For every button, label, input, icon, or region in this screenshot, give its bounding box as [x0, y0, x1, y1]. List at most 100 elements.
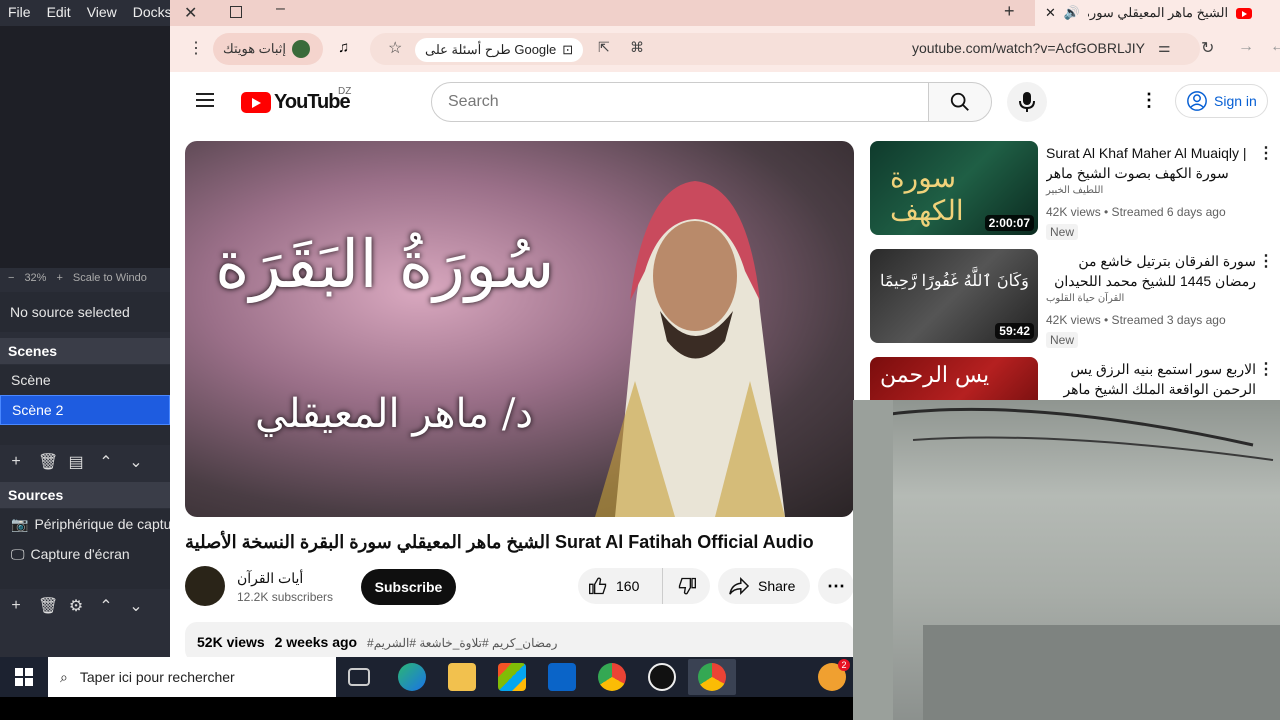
filter-icon[interactable]: ▤ — [68, 452, 84, 472]
url-text[interactable]: youtube.com/watch?v=AcfGOBRLJIY — [912, 40, 1145, 56]
tab-bar: ✕ – + ✕ 🔊 الشيخ ماهر المعيقلي سورة ال — [170, 0, 1280, 26]
avatar — [292, 40, 311, 58]
site-settings-icon[interactable]: ⚌ — [1158, 39, 1171, 56]
channel-avatar[interactable] — [185, 566, 225, 606]
bottom-black-strip — [0, 697, 853, 720]
trash-icon[interactable]: 🗑 — [38, 452, 58, 472]
recommendation-title[interactable]: Surat Al Khaf Maher Al Muaiqly | سورة ال… — [1046, 143, 1256, 183]
dislike-button[interactable] — [663, 576, 710, 596]
scenes-title: Scenes — [0, 338, 170, 364]
scene-item-selected[interactable]: Scène 2 — [0, 395, 170, 425]
more-options-icon[interactable]: ⋮ — [1258, 251, 1274, 271]
trash-icon[interactable]: 🗑 — [38, 596, 58, 616]
maximize-icon[interactable] — [230, 6, 242, 18]
duration-badge: 59:42 — [995, 323, 1034, 339]
description-box[interactable]: 52K views 2 weeks ago #رمضان_كريم #تلاوة… — [185, 622, 854, 657]
menu-file[interactable]: File — [8, 4, 31, 20]
thumbnail-calligraphy: يس الرحمن — [880, 363, 990, 388]
taskbar-search-input[interactable]: ⌕ Taper ici pour rechercher — [48, 657, 336, 697]
chevron-down-icon[interactable]: ⌄ — [128, 596, 144, 616]
country-code: DZ — [338, 86, 352, 97]
back-icon[interactable]: → — [1238, 38, 1254, 56]
calligraphy-name: د/ ماهر المعيقلي — [255, 391, 534, 437]
active-chrome-taskbar-button[interactable] — [688, 659, 736, 695]
share-button[interactable]: Share — [718, 568, 810, 604]
more-options-icon[interactable]: ⋮ — [1258, 359, 1270, 379]
taskbar-search-placeholder: Taper ici pour rechercher — [79, 669, 235, 685]
calligraphy-title: سُورَةُ البَقَرَة — [215, 226, 555, 303]
duration-badge: 2:00:07 — [984, 215, 1034, 231]
video-player[interactable]: سُورَةُ البَقَرَة د/ ماهر المعيقلي — [185, 141, 854, 517]
like-button[interactable]: 160 — [578, 568, 663, 604]
search-button[interactable] — [928, 82, 992, 122]
menu-docks[interactable]: Docks — [133, 4, 172, 20]
recommendation-item[interactable]: وَكَانَ ٱللَّهُ غَفُورًا رَّحِيمًا 59:42… — [870, 249, 1274, 348]
install-icon[interactable]: ⇱ — [598, 39, 610, 56]
zoom-in-button[interactable]: + — [56, 272, 62, 284]
recommendation-title[interactable]: الاربع سور استمع بنيه الرزق يس الرحمن ال… — [1046, 359, 1256, 399]
new-tab-icon[interactable]: + — [1004, 1, 1015, 22]
recommendation-item[interactable]: سورة الكهف 2:00:07 Surat Al Khaf Maher A… — [870, 141, 1274, 240]
recommendation-item[interactable]: يس الرحمن الاربع سور استمع بنيه الرزق يس… — [870, 357, 1270, 400]
recommendation-thumbnail[interactable]: سورة الكهف 2:00:07 — [870, 141, 1038, 235]
menu-dots-icon[interactable]: ⋮ — [188, 38, 204, 58]
star-icon[interactable]: ☆ — [388, 38, 402, 58]
reload-icon[interactable]: ↻ — [1201, 38, 1214, 58]
add-icon[interactable]: + — [8, 597, 24, 615]
search-input[interactable]: Search — [431, 82, 929, 122]
menu-view[interactable]: View — [87, 4, 117, 20]
windows-logo-icon — [15, 668, 33, 686]
tab-youtube[interactable]: ✕ 🔊 الشيخ ماهر المعيقلي سورة ال — [1035, 0, 1280, 26]
obs-icon[interactable] — [648, 663, 676, 691]
add-icon[interactable]: + — [8, 453, 24, 471]
scale-to-window-button[interactable]: Scale to Windo — [73, 272, 147, 284]
recommendation-title[interactable]: سورة الفرقان بترتيل خاشع من رمضان 1445 ل… — [1046, 251, 1256, 291]
menu-edit[interactable]: Edit — [47, 4, 71, 20]
sources-toolbar: + 🗑 ⚙ ⌃ ⌄ — [0, 591, 170, 621]
media-icon[interactable]: ♫ — [338, 39, 349, 56]
recommendation-channel[interactable]: اللطيف الخبير — [1046, 185, 1103, 196]
outlook-icon[interactable] — [548, 663, 576, 691]
video-title: الشيخ ماهر المعيقلي سورة البقرة النسخة ا… — [185, 532, 814, 552]
chrome-icon[interactable] — [598, 663, 626, 691]
profile-pill[interactable]: إثبات هويتك — [213, 33, 323, 65]
minimize-icon[interactable]: – — [276, 0, 285, 18]
close-window-icon[interactable]: ✕ — [184, 3, 197, 23]
obs-zoom-bar: − 32% + Scale to Windo — [0, 268, 170, 288]
sign-in-button[interactable]: Sign in — [1175, 84, 1268, 118]
gear-icon[interactable]: ⚙ — [68, 596, 84, 616]
thumbs-down-icon — [678, 577, 696, 595]
task-view-icon[interactable] — [348, 668, 370, 686]
no-source-label: No source selected — [0, 292, 170, 332]
hamburger-menu-icon[interactable] — [196, 93, 214, 107]
translate-icon[interactable]: ⌘ — [630, 39, 644, 56]
chevron-down-icon[interactable]: ⌄ — [128, 452, 144, 472]
like-count: 160 — [616, 578, 640, 594]
channel-name[interactable]: أيات القرآن — [237, 570, 303, 587]
recommendation-thumbnail[interactable]: وَكَانَ ٱللَّهُ غَفُورًا رَّحِيمًا 59:42 — [870, 249, 1038, 343]
file-explorer-icon[interactable] — [448, 663, 476, 691]
zoom-out-button[interactable]: − — [8, 272, 14, 284]
forward-icon[interactable]: ← — [1270, 38, 1280, 56]
youtube-logo[interactable]: YouTube — [241, 91, 351, 114]
scene-item[interactable]: Scène — [0, 365, 170, 395]
recommendation-thumbnail[interactable]: يس الرحمن — [870, 357, 1038, 400]
source-item[interactable]: 🖵 Capture d'écran — [0, 539, 170, 569]
more-actions-button[interactable]: ⋯ — [818, 568, 854, 604]
edge-icon[interactable] — [398, 663, 426, 691]
weather-icon[interactable]: 2 — [818, 659, 850, 691]
start-button[interactable] — [0, 657, 48, 697]
google-lens-pill[interactable]: طرح أسئلة على Google ⊡ — [415, 38, 584, 62]
chevron-up-icon[interactable]: ⌃ — [98, 452, 114, 472]
store-icon[interactable] — [498, 663, 526, 691]
more-options-icon[interactable]: ⋮ — [1258, 143, 1274, 163]
hashtags[interactable]: #رمضان_كريم #تلاوة_خاشعة #الشريم — [367, 636, 557, 650]
chevron-up-icon[interactable]: ⌃ — [98, 596, 114, 616]
source-item[interactable]: 📷 Périphérique de captu — [0, 509, 170, 539]
recommendation-channel[interactable]: القرآن حياة القلوب — [1046, 293, 1124, 304]
close-tab-icon[interactable]: ✕ — [1045, 5, 1056, 21]
subscribe-button[interactable]: Subscribe — [361, 569, 456, 605]
audio-icon[interactable]: 🔊 — [1064, 5, 1080, 21]
voice-search-button[interactable] — [1007, 82, 1047, 122]
more-options-icon[interactable]: ⋮ — [1140, 90, 1158, 111]
